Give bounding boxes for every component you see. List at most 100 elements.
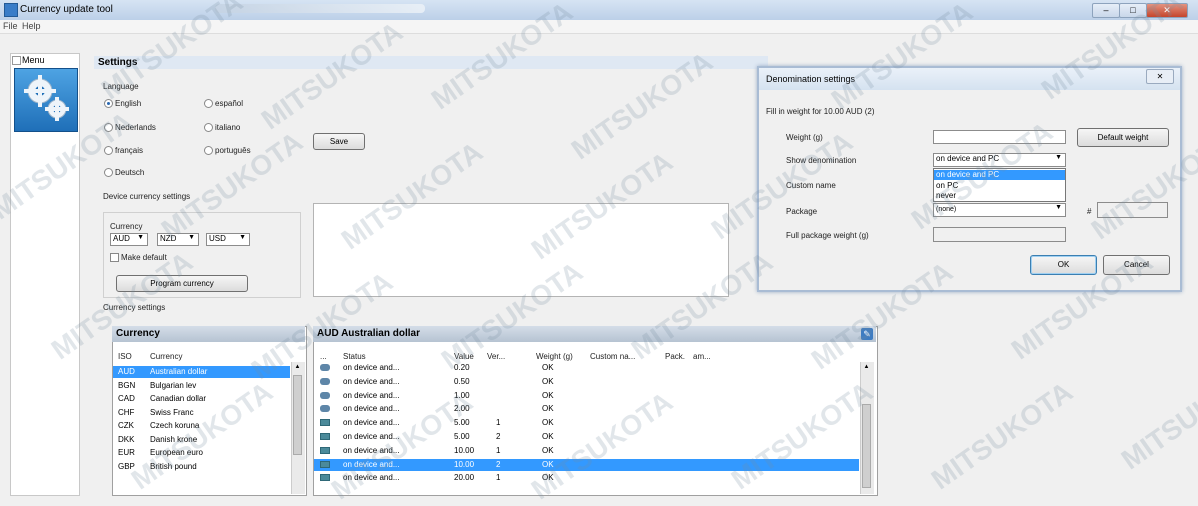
radio-espanol[interactable]: [204, 99, 213, 108]
edit-icon[interactable]: ✎: [861, 328, 873, 340]
denomination-row[interactable]: on device and... 0.50 OK: [314, 376, 859, 388]
currency-list-row[interactable]: CAD Canadian dollar: [113, 393, 290, 405]
denomination-weight: OK: [542, 390, 554, 400]
currency-combo-nzd[interactable]: NZD ▼: [157, 233, 199, 246]
settings-tile[interactable]: [14, 68, 78, 132]
banknote-icon: [320, 446, 330, 454]
denomination-status: on device and...: [343, 363, 400, 372]
save-button[interactable]: Save: [313, 133, 365, 150]
dropdown-option-never[interactable]: never: [936, 191, 956, 200]
show-denomination-select[interactable]: on device and PC ▼: [933, 153, 1066, 167]
full-package-weight-input[interactable]: [933, 227, 1066, 242]
radio-english[interactable]: [104, 99, 113, 108]
column-header-package[interactable]: Pack.: [665, 352, 685, 361]
package-select[interactable]: (none) ▼: [933, 203, 1066, 217]
currency-label: Currency: [110, 222, 143, 231]
log-output-box[interactable]: [313, 203, 729, 297]
currency-list-row[interactable]: AUD Australian dollar: [113, 366, 290, 378]
banknote-icon: [320, 460, 330, 468]
denomination-row[interactable]: on device and... 1.00 OK: [314, 390, 859, 402]
denomination-weight: OK: [542, 363, 554, 372]
scroll-up-icon[interactable]: ▲: [293, 364, 302, 370]
column-header-iso[interactable]: ISO: [118, 352, 132, 361]
denomination-row[interactable]: on device and... 20.00 1 OK: [314, 472, 859, 484]
column-header-weight[interactable]: Weight (g): [536, 352, 573, 361]
minimize-button[interactable]: –: [1092, 3, 1120, 18]
radio-italiano[interactable]: [204, 123, 213, 132]
collapse-icon[interactable]: [12, 56, 21, 65]
column-header-status[interactable]: Status: [343, 352, 366, 361]
currency-combo-usd-value: USD: [209, 234, 226, 243]
currency-iso: CAD: [118, 394, 135, 403]
menu-help[interactable]: Help: [22, 21, 41, 31]
radio-portugues[interactable]: [204, 146, 213, 155]
chevron-down-icon: ▼: [188, 234, 195, 241]
currency-combo-usd[interactable]: USD ▼: [206, 233, 250, 246]
ok-button[interactable]: OK: [1030, 255, 1097, 275]
denomination-scroll-thumb[interactable]: [862, 404, 871, 488]
radio-francais[interactable]: [104, 146, 113, 155]
column-header-amount[interactable]: am...: [693, 352, 711, 361]
coin-icon: [320, 405, 330, 413]
currency-list-row[interactable]: GBP British pound: [113, 461, 290, 473]
denomination-row[interactable]: on device and... 10.00 2 OK: [314, 458, 859, 471]
currency-iso: GBP: [118, 461, 135, 471]
currency-iso: CHF: [118, 407, 135, 417]
radio-deutsch-label: Deutsch: [115, 168, 145, 177]
watermark-text: MITSUKOTA: [1115, 355, 1198, 476]
currency-iso: AUD: [118, 367, 135, 376]
title-bar-highlight: [215, 4, 425, 13]
column-header-currency[interactable]: Currency: [150, 352, 182, 361]
column-header-icon[interactable]: ...: [320, 352, 327, 361]
currency-combo-aud[interactable]: AUD ▼: [110, 233, 148, 246]
cancel-button[interactable]: Cancel: [1103, 255, 1170, 275]
currency-list-row[interactable]: CZK Czech koruna: [113, 420, 290, 432]
default-weight-button[interactable]: Default weight: [1077, 128, 1169, 147]
denomination-ver: 1: [496, 418, 501, 428]
gears-icon: [24, 75, 69, 121]
currency-name: Danish krone: [150, 434, 198, 444]
currency-list-row[interactable]: BGN Bulgarian lev: [113, 380, 290, 392]
package-count-hash: #: [1087, 207, 1092, 216]
close-button[interactable]: ✕: [1146, 3, 1188, 18]
column-header-value[interactable]: Value: [454, 352, 474, 361]
menu-file[interactable]: File: [3, 21, 18, 31]
denomination-row[interactable]: on device and... 2.00 OK: [314, 403, 859, 415]
denomination-ver: 1: [496, 473, 501, 483]
radio-deutsch[interactable]: [104, 168, 113, 177]
currency-combo-nzd-value: NZD: [160, 234, 177, 243]
maximize-button[interactable]: □: [1119, 3, 1147, 18]
currency-iso: EUR: [118, 448, 135, 457]
package-count-input[interactable]: [1097, 202, 1168, 218]
column-header-version[interactable]: Ver...: [487, 352, 505, 361]
currency-list-row[interactable]: CHF Swiss Franc: [113, 407, 290, 419]
denomination-row[interactable]: on device and... 5.00 1 OK: [314, 417, 859, 429]
denomination-value: 2.00: [454, 404, 470, 414]
scroll-up-icon[interactable]: ▲: [862, 364, 871, 370]
denomination-row[interactable]: on device and... 0.20 OK: [314, 362, 859, 374]
dialog-close-button[interactable]: ✕: [1146, 69, 1174, 84]
dropdown-option-device-and-pc[interactable]: on device and PC: [934, 170, 1065, 180]
weight-input[interactable]: [933, 130, 1066, 144]
column-header-custom-name[interactable]: Custom na...: [590, 352, 635, 361]
currency-list-scroll-thumb[interactable]: [293, 375, 302, 455]
denomination-ver: 1: [496, 445, 501, 455]
device-currency-label: Device currency settings: [103, 192, 191, 201]
denomination-row[interactable]: on device and... 10.00 1 OK: [314, 445, 859, 457]
dropdown-option-pc[interactable]: on PC: [936, 181, 958, 190]
banknote-icon: [320, 433, 330, 440]
program-currency-button[interactable]: Program currency: [116, 275, 248, 292]
currency-iso: BGN: [118, 380, 136, 390]
radio-english-label: English: [115, 99, 142, 108]
denomination-row[interactable]: on device and... 5.00 2 OK: [314, 431, 859, 443]
currency-list-row[interactable]: DKK Danish krone: [113, 434, 290, 446]
denomination-value: 10.00: [454, 459, 475, 469]
radio-nederlands[interactable]: [104, 123, 113, 132]
currency-list-row[interactable]: EUR European euro: [113, 447, 290, 459]
package-label: Package: [786, 207, 818, 216]
weight-label: Weight (g): [786, 133, 823, 142]
denomination-ver: 2: [496, 432, 501, 441]
denomination-value: 0.50: [454, 376, 470, 386]
coin-icon: [320, 391, 330, 399]
make-default-checkbox[interactable]: [110, 253, 119, 262]
